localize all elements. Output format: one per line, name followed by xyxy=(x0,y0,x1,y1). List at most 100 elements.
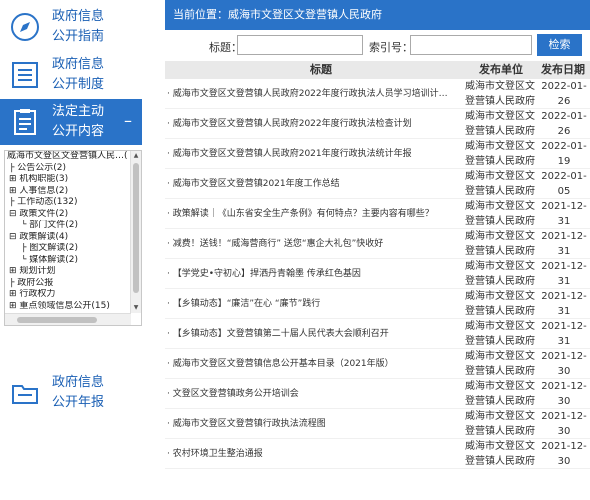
row-title-link[interactable]: · 威海市文登区文登营镇行政执法流程图 xyxy=(167,409,457,439)
table-row: · 【乡镇动态】文登营镇第二十届人民代表大会顺利召开 威海市文登区文登营镇人民政府… xyxy=(165,319,590,349)
index-label: 索引号： xyxy=(369,41,413,54)
row-title-link[interactable]: · 威海市文登区文登营镇信息公开基本目录（2021年版） xyxy=(167,349,457,379)
tree-node[interactable]: ├ 公告公示(2) xyxy=(5,163,131,175)
row-unit: 威海市文登区文登营镇人民政府 xyxy=(465,441,535,467)
document-table: 标题 发布单位 发布日期 · 威海市文登区文登营镇人民政府2022年度行政执法人… xyxy=(165,61,590,469)
tree-node[interactable]: ├ 工作动态(132) xyxy=(5,197,131,209)
table-row: · 【乡镇动态】“廉洁”在心 “廉节”践行 威海市文登区文登营镇人民政府 2021-… xyxy=(165,289,590,319)
nav-guide[interactable]: 政府信息 公开指南 xyxy=(0,4,142,50)
collapse-toggle[interactable]: – xyxy=(124,111,132,130)
row-title-link[interactable]: · 减费！送钱！“威海营商行” 送您“惠企大礼包”快收好 xyxy=(167,229,457,259)
tree-node[interactable]: ⊞ 人事信息(2) xyxy=(5,186,131,198)
scroll-down-icon[interactable]: ▼ xyxy=(132,304,140,312)
row-date-part1: 2021-12- xyxy=(541,441,587,452)
row-date-part1: 2021-12- xyxy=(541,231,587,242)
row-title-link[interactable]: · 威海市文登区文登营镇2021年度工作总结 xyxy=(167,169,457,199)
table-row: · 政策解读｜《山东省安全生产条例》有何特点？主要内容有哪些？ 威海市文登区文登营… xyxy=(165,199,590,229)
row-unit: 威海市文登区文登营镇人民政府 xyxy=(465,411,535,437)
nav-annual-report[interactable]: 政府信息 公开年报 xyxy=(0,370,142,416)
row-date-part2: 30 xyxy=(557,456,571,467)
nav-content[interactable]: 法定主动 公开内容 – xyxy=(0,99,142,145)
row-date-part1: 2022-01- xyxy=(541,171,587,182)
row-date: 2021-12- 30 xyxy=(541,409,587,439)
tree-node[interactable]: ⊟ 政策解读(4) xyxy=(5,232,131,244)
row-date-part2: 19 xyxy=(557,156,571,167)
row-title-link[interactable]: · 【乡镇动态】文登营镇第二十届人民代表大会顺利召开 xyxy=(167,319,457,349)
row-date-part1: 2022-01- xyxy=(541,141,587,152)
row-title-link[interactable]: · 【学党史•守初心】捍洒丹青翰墨 传承红色基因 xyxy=(167,259,457,289)
row-date-part2: 31 xyxy=(557,306,571,317)
row-unit: 威海市文登区文登营镇人民政府 xyxy=(465,291,535,317)
tree-node[interactable]: ⊟ 政策文件(2) xyxy=(5,209,131,221)
row-date-part2: 31 xyxy=(557,216,571,227)
table-row: · 威海市文登区文登营镇信息公开基本目录（2021年版） 威海市文登区文登营镇人民… xyxy=(165,349,590,379)
table-row: · 【学党史•守初心】捍洒丹青翰墨 传承红色基因 威海市文登区文登营镇人民政府 20… xyxy=(165,259,590,289)
nav-guide-line2: 公开指南 xyxy=(52,29,105,44)
row-date-part2: 26 xyxy=(557,96,571,107)
table-row: · 减费！送钱！“威海营商行” 送您“惠企大礼包”快收好 威海市文登区文登营镇人民… xyxy=(165,229,590,259)
row-unit: 威海市文登区文登营镇人民政府 xyxy=(465,231,535,257)
row-unit: 威海市文登区文登营镇人民政府 xyxy=(465,81,535,107)
row-date: 2021-12- 31 xyxy=(541,289,587,319)
row-date: 2021-12- 30 xyxy=(541,349,587,379)
row-unit: 威海市文登区文登营镇人民政府 xyxy=(465,111,535,137)
left-sidebar: 政府信息 公开指南 政府信息 公开制度 法定主动 公开内容 – 威海市文登区文登… xyxy=(0,0,142,500)
tree-node[interactable]: ⊞ 行政权力 xyxy=(5,289,131,301)
scroll-thumb[interactable] xyxy=(133,163,139,293)
tree-node[interactable]: ⊞ 重点领域信息公开(15) xyxy=(5,301,131,313)
tree-node[interactable]: └ 媒体解读(2) xyxy=(5,255,131,267)
row-date: 2021-12- 30 xyxy=(541,439,587,469)
tree-node[interactable]: └ 部门文件(2) xyxy=(5,220,131,232)
row-date: 2021-12- 31 xyxy=(541,259,587,289)
row-title-link[interactable]: · 文登区文登营镇政务公开培训会 xyxy=(167,379,457,409)
scroll-up-icon[interactable]: ▲ xyxy=(132,152,140,160)
row-date-part1: 2021-12- xyxy=(541,411,587,422)
table-row: · 威海市文登区文登营镇人民政府2022年度行政执法检查计划 威海市文登区文登营镇… xyxy=(165,109,590,139)
row-title-link[interactable]: · 【乡镇动态】“廉洁”在心 “廉节”践行 xyxy=(167,289,457,319)
tree-node[interactable]: ├ 政府公报 xyxy=(5,278,131,290)
row-date-part2: 26 xyxy=(557,126,571,137)
row-unit: 威海市文登区文登营镇人民政府 xyxy=(465,351,535,377)
nav-annual-line2: 公开年报 xyxy=(52,395,105,410)
breadcrumb: 当前位置：威海市文登区文登营镇人民政府 xyxy=(165,0,590,30)
table-row: · 威海市文登区文登营镇2021年度工作总结 威海市文登区文登营镇人民政府 2022… xyxy=(165,169,590,199)
tree-vertical-scrollbar[interactable]: ▲ ▼ xyxy=(130,151,141,313)
hscroll-thumb[interactable] xyxy=(17,317,97,323)
nav-system[interactable]: 政府信息 公开制度 xyxy=(0,52,142,98)
row-date-part1: 2021-12- xyxy=(541,351,587,362)
row-title-link[interactable]: · 农村环境卫生整治通报 xyxy=(167,439,457,469)
tree-root-node[interactable]: 威海市文登区文登营镇人民…( xyxy=(5,151,131,163)
row-date-part1: 2021-12- xyxy=(541,381,587,392)
row-date-part2: 05 xyxy=(557,186,571,197)
row-title-link[interactable]: · 威海市文登区文登营镇人民政府2022年度行政执法检查计划 xyxy=(167,109,457,139)
title-search-input[interactable] xyxy=(237,35,363,55)
row-date-part2: 31 xyxy=(557,246,571,257)
table-row: · 威海市文登区文登营镇行政执法流程图 威海市文登区文登营镇人民政府 2021-12… xyxy=(165,409,590,439)
row-date-part1: 2021-12- xyxy=(541,201,587,212)
index-search-input[interactable] xyxy=(410,35,532,55)
tree-node[interactable]: ⊞ 规划计划 xyxy=(5,266,131,278)
main-panel: 当前位置：威海市文登区文登营镇人民政府 标题： 索引号： 检索 标题 发布单位 … xyxy=(165,0,590,500)
row-unit: 威海市文登区文登营镇人民政府 xyxy=(465,171,535,197)
row-date: 2022-01- 19 xyxy=(541,139,587,169)
row-date-part2: 30 xyxy=(557,366,571,377)
tree-node[interactable]: ⊞ 机构职能(3) xyxy=(5,174,131,186)
row-unit: 威海市文登区文登营镇人民政府 xyxy=(465,321,535,347)
row-title-link[interactable]: · 威海市文登区文登营镇人民政府2021年度行政执法统计年报 xyxy=(167,139,457,169)
row-date-part2: 31 xyxy=(557,276,571,287)
tree-horizontal-scrollbar[interactable] xyxy=(5,313,131,325)
search-button[interactable]: 检索 xyxy=(537,34,582,56)
row-title-link[interactable]: · 政策解读｜《山东省安全生产条例》有何特点？主要内容有哪些？ xyxy=(167,199,457,229)
table-row: · 威海市文登区文登营镇人民政府2021年度行政执法统计年报 威海市文登区文登营镇… xyxy=(165,139,590,169)
list-icon xyxy=(12,62,38,88)
row-date: 2021-12- 31 xyxy=(541,199,587,229)
compass-icon xyxy=(11,13,39,41)
row-unit: 威海市文登区文登营镇人民政府 xyxy=(465,201,535,227)
folder-icon xyxy=(12,385,38,404)
row-unit: 威海市文登区文登营镇人民政府 xyxy=(465,381,535,407)
row-date-part1: 2022-01- xyxy=(541,111,587,122)
category-tree: 威海市文登区文登营镇人民…(├ 公告公示(2) ⊞ 机构职能(3) ⊞ 人事信息(2… xyxy=(4,150,142,326)
row-title-link[interactable]: · 威海市文登区文登营镇人民政府2022年度行政执法人员学习培训计… xyxy=(167,79,457,109)
tree-node[interactable]: ├ 图文解读(2) xyxy=(5,243,131,255)
row-date: 2021-12- 31 xyxy=(541,319,587,349)
